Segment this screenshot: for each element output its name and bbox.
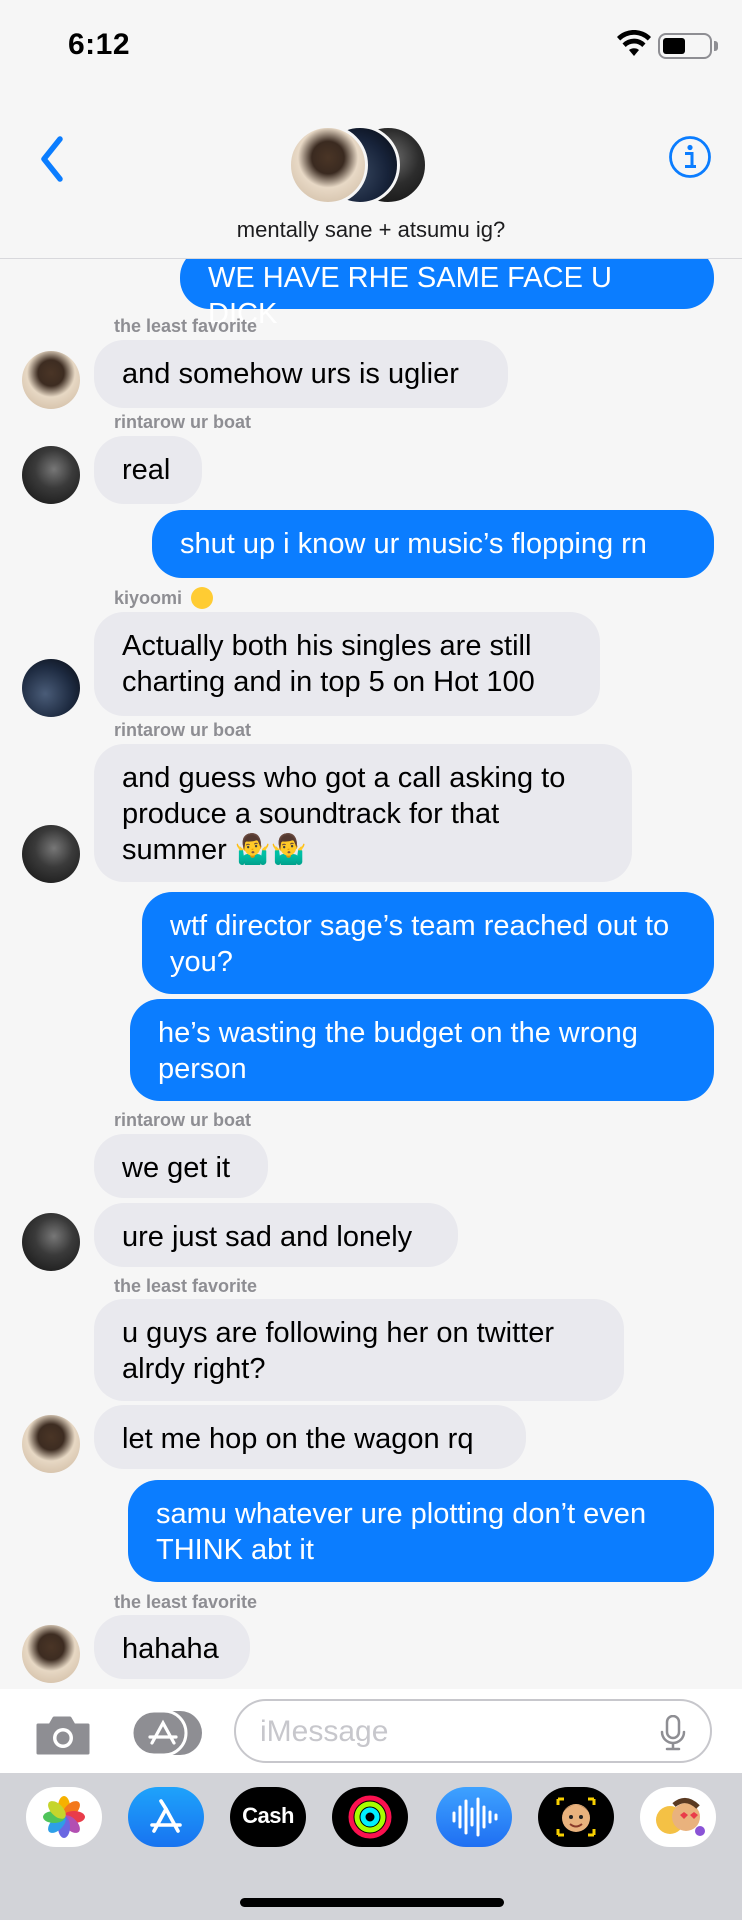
info-icon[interactable] (668, 135, 712, 179)
memoji-stickers-icon[interactable] (640, 1787, 716, 1847)
status-bar: 6:12 (0, 0, 742, 95)
message-thread[interactable]: WE HAVE RHE SAME FACE U DICK the least f… (0, 259, 742, 1689)
sender-name: the least favorite (114, 316, 258, 336)
activity-icon[interactable] (332, 1787, 408, 1847)
group-avatar-stack[interactable] (288, 125, 468, 207)
memoji-icon[interactable] (538, 1787, 614, 1847)
sent-message[interactable]: shut up i know ur music’s flopping rn (152, 510, 714, 578)
received-message[interactable]: real (94, 436, 202, 504)
cash-label: Cash (242, 1803, 294, 1828)
avatar[interactable] (22, 659, 80, 717)
app-store-icon[interactable] (128, 1787, 204, 1847)
zany-face-emoji (191, 587, 214, 609)
avatar[interactable] (22, 1213, 80, 1271)
sender-name-label: kiyoomi (114, 588, 183, 608)
received-message[interactable]: ure just sad and lonely (94, 1203, 458, 1267)
sender-name: the least favorite (114, 1276, 258, 1296)
apps-icon[interactable] (130, 1709, 206, 1757)
sent-message[interactable]: samu whatever ure plotting don’t even TH… (128, 1480, 714, 1582)
received-message[interactable]: we get it (94, 1134, 268, 1198)
sent-message[interactable]: wtf director sage’s team reached out to … (142, 892, 714, 994)
group-name[interactable]: mentally sane + atsumu ig? (0, 217, 742, 243)
sent-message[interactable]: WE HAVE RHE SAME FACE U DICK (180, 259, 714, 330)
voice-memo-icon[interactable] (436, 1787, 512, 1847)
avatar[interactable] (22, 446, 80, 504)
received-message[interactable]: and somehow urs is uglier (94, 340, 508, 408)
home-indicator[interactable] (240, 1898, 504, 1907)
received-message[interactable]: let me hop on the wagon rq (94, 1405, 526, 1469)
avatar[interactable] (22, 825, 80, 883)
compose-bar (0, 1689, 742, 1773)
sender-name: the least favorite (114, 1592, 258, 1612)
wifi-icon (617, 30, 651, 56)
sender-name: rintarow ur boat (114, 720, 252, 740)
conversation-header: mentally sane + atsumu ig? (0, 95, 742, 259)
battery-cap (714, 41, 718, 51)
message-input[interactable] (234, 1699, 712, 1763)
received-message[interactable]: and guess who got a call asking to produ… (94, 744, 632, 882)
sender-name: rintarow ur boat (114, 1110, 252, 1130)
avatar (288, 125, 368, 205)
camera-icon[interactable] (34, 1713, 92, 1757)
apple-cash-icon[interactable]: Cash (230, 1787, 306, 1847)
microphone-icon[interactable] (660, 1715, 686, 1751)
message-text-field[interactable] (260, 1713, 640, 1751)
status-time: 6:12 (68, 28, 131, 61)
back-chevron-icon[interactable] (30, 129, 74, 189)
received-message[interactable]: Actually both his singles are still char… (94, 612, 600, 716)
battery-icon (658, 33, 712, 59)
sender-name: kiyoomi (114, 587, 214, 609)
avatar[interactable] (22, 1415, 80, 1473)
received-message[interactable]: u guys are following her on twitter alrd… (94, 1299, 624, 1401)
photos-icon[interactable] (26, 1787, 102, 1847)
sender-name: rintarow ur boat (114, 412, 252, 432)
avatar[interactable] (22, 1625, 80, 1683)
sent-message[interactable]: he’s wasting the budget on the wrong per… (130, 999, 714, 1101)
avatar[interactable] (22, 351, 80, 409)
received-message[interactable]: hahaha (94, 1615, 250, 1679)
